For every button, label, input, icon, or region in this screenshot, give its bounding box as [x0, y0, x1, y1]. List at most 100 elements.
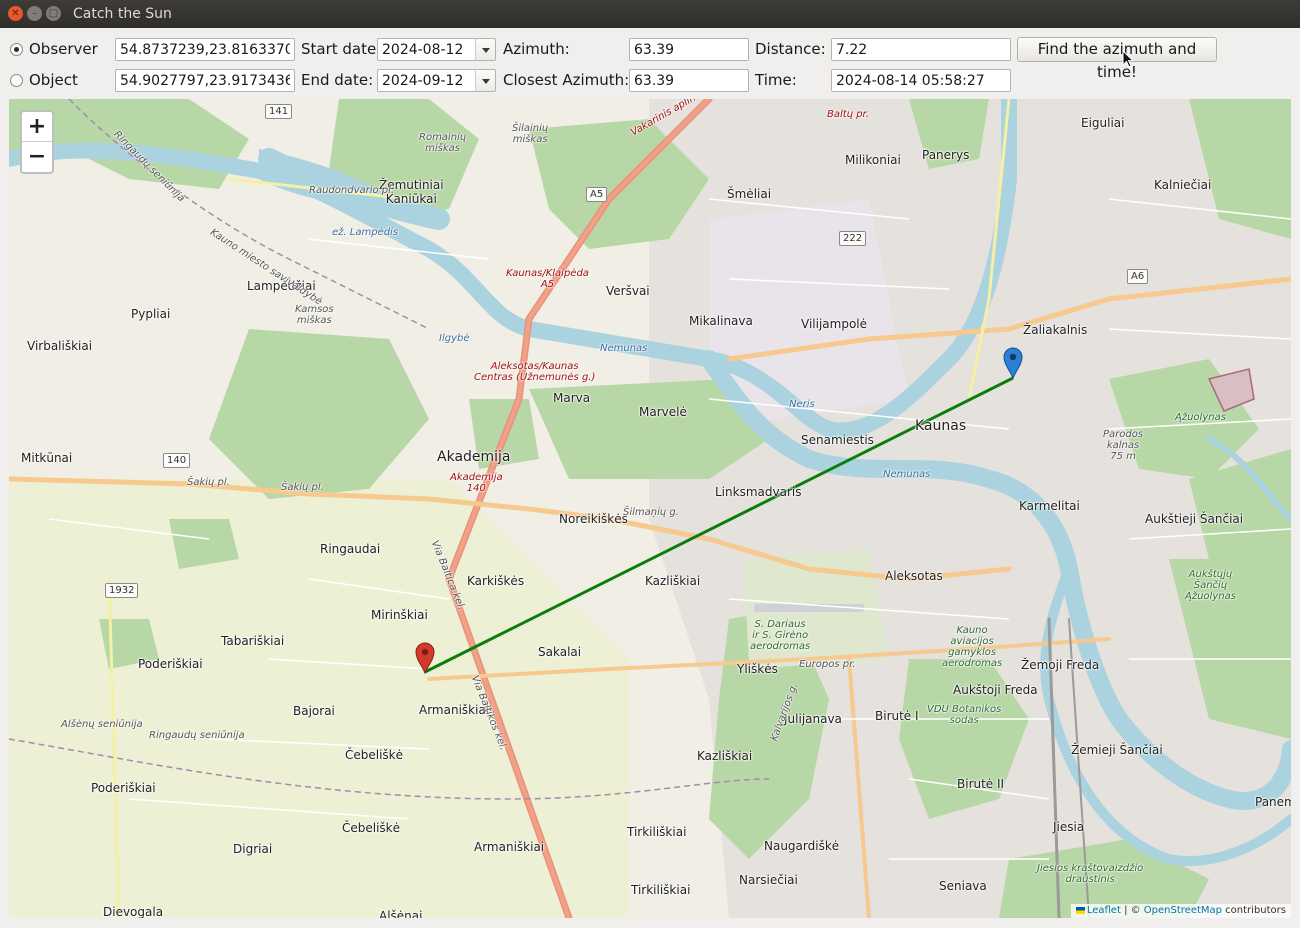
- place-label: Marvelė: [639, 405, 687, 419]
- end-date-input[interactable]: [377, 69, 476, 92]
- map-view[interactable]: Kaunas Žemutiniai Kaniūkai Lampėdžiai Py…: [9, 99, 1291, 918]
- river-label: Nemunas: [600, 343, 648, 354]
- place-label: Šmėliai: [727, 187, 772, 201]
- park-label: Jiesios kraštovaizdžio draustinis: [1037, 863, 1144, 885]
- place-label: Žaliakalnis: [1023, 323, 1088, 337]
- place-label: Julijanava: [784, 712, 842, 726]
- place-label: Žemoji Freda: [1021, 658, 1100, 672]
- place-label: Bajorai: [293, 704, 335, 718]
- close-window-button[interactable]: ✕: [8, 6, 23, 21]
- azimuth-input[interactable]: [629, 38, 749, 61]
- place-label: Armaniškiai: [474, 840, 545, 854]
- closest-azimuth-input[interactable]: [629, 69, 749, 92]
- route-shield: 1932: [105, 583, 139, 598]
- place-label: Žemieji Šančiai: [1071, 743, 1163, 757]
- place-label: Pypliai: [131, 307, 171, 321]
- river-label: Neris: [789, 399, 815, 410]
- route-shield: 141: [265, 104, 293, 119]
- road-label: Europos pr.: [799, 659, 856, 670]
- place-label: Kazliškiai: [697, 749, 753, 763]
- place-label: Birutė I: [875, 709, 919, 723]
- airport-label: Kauno aviacijos gamyklos aerodromas: [942, 625, 1003, 669]
- road-label: Šakių pl.: [281, 482, 324, 493]
- attribution-separator: | ©: [1120, 905, 1144, 916]
- place-label: Narsiečiai: [739, 873, 798, 887]
- object-coords-input[interactable]: [115, 69, 295, 92]
- place-label: Akademija: [437, 449, 511, 465]
- forest-label: Kamsos miškas: [295, 304, 334, 326]
- place-label: Tirkiliškiai: [627, 825, 687, 839]
- district-label: Ringaudų seniūnija: [149, 730, 245, 741]
- place-label: Kalniečiai: [1154, 178, 1212, 192]
- place-label: Čebeliškė: [342, 821, 401, 835]
- start-date-label: Start date:: [301, 40, 382, 58]
- place-label: Mirinškiai: [371, 608, 428, 622]
- place-label: Noreikiškės: [559, 512, 628, 526]
- place-label: Kazliškiai: [645, 574, 701, 588]
- place-label: Kaunas: [915, 418, 967, 434]
- stop-label: Aleksotas/Kaunas Centras (Užnemunės g.): [474, 361, 596, 383]
- place-label: Alšėnai: [379, 909, 423, 918]
- end-date-dropdown-icon[interactable]: [475, 69, 496, 92]
- place-label: Panem: [1255, 795, 1291, 809]
- time-input[interactable]: [831, 69, 1011, 92]
- place-label: Tirkiliškiai: [631, 883, 691, 897]
- zoom-out-button[interactable]: −: [22, 142, 52, 172]
- place-label: Seniava: [939, 879, 987, 893]
- road-label: Šilmaņių g.: [623, 507, 679, 518]
- place-label: Tabariškiai: [221, 634, 285, 648]
- place-label: Birutė II: [957, 777, 1005, 791]
- forest-label: Romainių miškas: [419, 132, 467, 154]
- maximize-window-button[interactable]: □: [46, 6, 61, 21]
- leaflet-link[interactable]: Leaflet: [1087, 905, 1121, 916]
- place-label: Armaniškiai: [419, 703, 490, 717]
- zoom-in-button[interactable]: +: [22, 112, 52, 142]
- forest-label: Šilainių miškas: [512, 123, 549, 145]
- minimize-window-button[interactable]: –: [27, 6, 42, 21]
- openstreetmap-link[interactable]: OpenStreetMap: [1144, 905, 1222, 916]
- observer-coords-input[interactable]: [115, 38, 295, 61]
- start-date-input[interactable]: [377, 38, 476, 61]
- object-marker-icon[interactable]: [1003, 347, 1023, 379]
- start-date-dropdown-icon[interactable]: [475, 38, 496, 61]
- place-label: Virbališkiai: [27, 339, 93, 353]
- place-label: Panerys: [922, 148, 970, 162]
- park-label: Aukštųjų Šančių Ąžuolynas: [1185, 569, 1236, 602]
- distance-label: Distance:: [755, 40, 826, 58]
- zoom-control: + −: [20, 110, 54, 174]
- place-label: Senamiestis: [801, 433, 874, 447]
- place-label: Mikalinava: [689, 314, 753, 328]
- end-date-label: End date:: [301, 71, 374, 89]
- object-radio[interactable]: [10, 74, 23, 87]
- closest-azimuth-label: Closest Azimuth:: [503, 71, 630, 89]
- time-label: Time:: [755, 71, 797, 89]
- observer-marker-icon[interactable]: [415, 642, 435, 674]
- azimuth-label: Azimuth:: [503, 40, 570, 58]
- place-label: Veršvai: [606, 284, 650, 298]
- place-label: Linksmadvaris: [715, 485, 802, 499]
- place-label: Ringaudai: [320, 542, 381, 556]
- road-label: Šakių pl.: [187, 477, 230, 488]
- distance-input[interactable]: [831, 38, 1011, 61]
- place-label: Marva: [553, 391, 591, 405]
- place-label: Eiguliai: [1081, 116, 1125, 130]
- district-label: Alšėnų seniūnija: [61, 719, 143, 730]
- place-label: Vilijampolė: [801, 317, 867, 331]
- park-label: VDU Botanikos sodas: [927, 704, 1002, 726]
- park-label: Ąžuolynas: [1175, 412, 1226, 423]
- map-attribution: Leaflet | © OpenStreetMap contributors: [1070, 904, 1291, 918]
- place-label: Karmelitai: [1019, 499, 1080, 513]
- place-label: Aleksotas: [885, 569, 943, 583]
- place-label: Poderiškiai: [91, 781, 156, 795]
- end-date-picker[interactable]: [377, 69, 496, 92]
- observer-radio[interactable]: [10, 43, 23, 56]
- object-label: Object: [29, 71, 78, 89]
- start-date-picker[interactable]: [377, 38, 496, 61]
- river-label: Ilgybė: [439, 333, 470, 344]
- find-azimuth-button[interactable]: Find the azimuth and time!: [1017, 37, 1217, 81]
- place-label: Čebeliškė: [345, 748, 404, 762]
- lake-label: ež. Lampėdis: [332, 227, 399, 238]
- place-label: Aukštoji Freda: [953, 683, 1038, 697]
- mouse-cursor-icon: [1122, 50, 1134, 68]
- window-title: Catch the Sun: [73, 6, 172, 22]
